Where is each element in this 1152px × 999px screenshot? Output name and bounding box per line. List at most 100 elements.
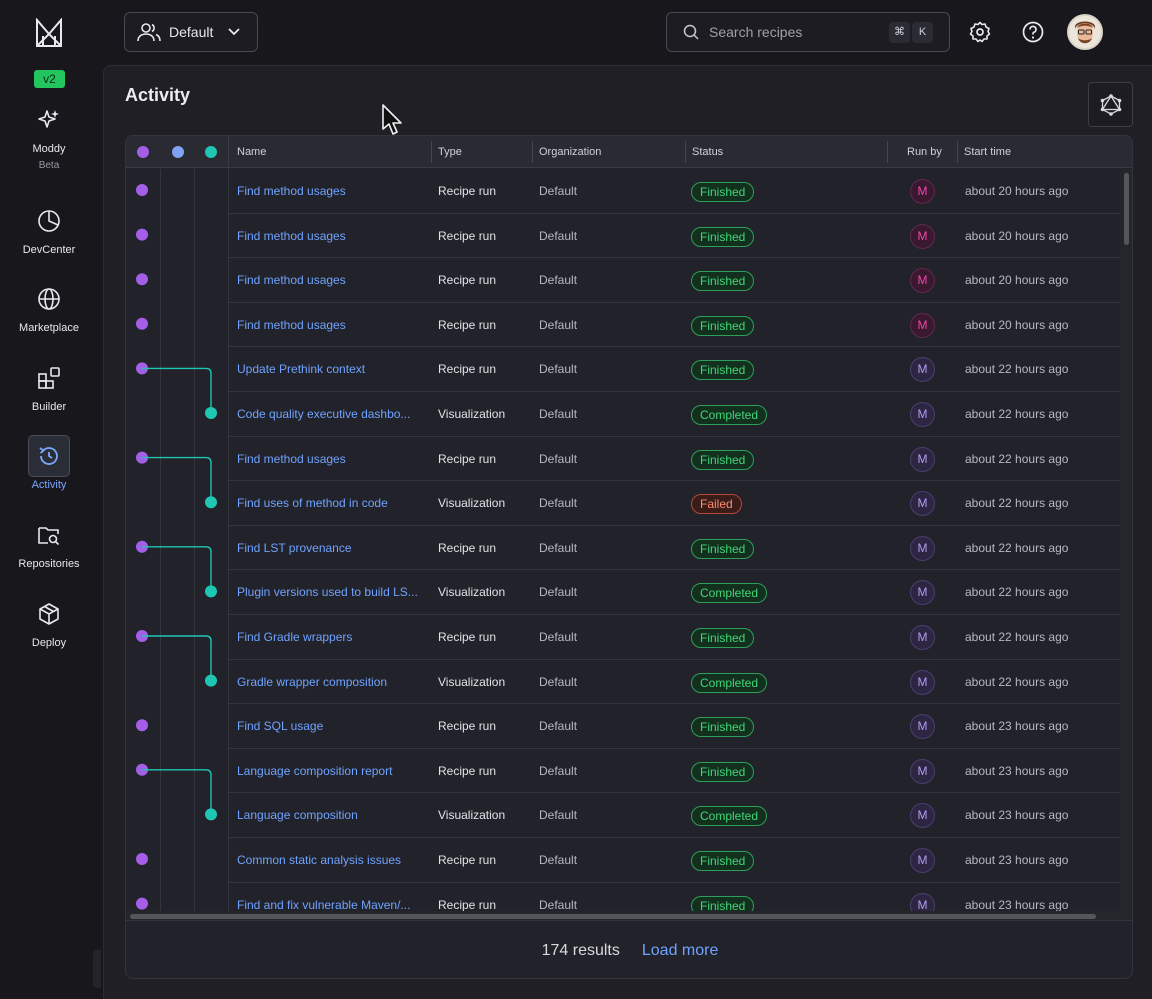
status-badge: Finished	[691, 761, 755, 782]
activity-name-link[interactable]: Plugin versions used to build LS...	[237, 570, 427, 614]
column-header-run-by[interactable]: Run by	[907, 136, 942, 168]
activity-name-link[interactable]: Language composition	[237, 793, 427, 837]
column-separator[interactable]	[887, 141, 888, 163]
run-by-avatar[interactable]: M	[910, 223, 935, 249]
graph-view-button[interactable]	[1088, 82, 1133, 127]
chevron-down-icon	[228, 28, 240, 36]
column-header-name[interactable]: Name	[237, 136, 266, 168]
sidebar-item-activity[interactable]: Activity	[0, 435, 98, 491]
activity-type: Visualization	[438, 496, 506, 511]
activity-name-link[interactable]: Gradle wrapper composition	[237, 660, 427, 704]
sidebar-item-deploy[interactable]: Deploy	[0, 593, 98, 649]
table-row[interactable]: Language composition report Recipe run Def…	[229, 749, 1121, 794]
column-separator[interactable]	[957, 141, 958, 163]
table-row[interactable]: Language composition Visualization Default…	[229, 793, 1121, 838]
horizontal-scrollbar[interactable]	[126, 911, 1132, 921]
table-row[interactable]: Find method usages Recipe run Default Finis…	[229, 214, 1121, 259]
run-by-avatar[interactable]: M	[910, 446, 935, 472]
table-row[interactable]: Find LST provenance Recipe run Default Fini…	[229, 526, 1121, 571]
activity-name-link[interactable]: Find Gradle wrappers	[237, 615, 427, 659]
brand-logo-icon[interactable]	[35, 18, 63, 48]
run-by-avatar[interactable]: M	[910, 268, 935, 294]
shortcut-modifier-key: ⌘	[889, 22, 910, 43]
table-row[interactable]: Find uses of method in code Visualization…	[229, 481, 1121, 526]
run-by-avatar[interactable]: M	[910, 625, 935, 650]
table-row[interactable]: Code quality executive dashbo... Visualiz…	[229, 392, 1121, 437]
lineage-connector	[142, 546, 212, 592]
activity-name-link[interactable]: Find SQL usage	[237, 704, 427, 748]
search-input[interactable]	[709, 24, 879, 40]
column-header-type[interactable]: Type	[438, 136, 462, 168]
table-row[interactable]: Find and fix vulnerable Maven/... Recipe …	[229, 883, 1121, 911]
sidebar-item-moddy[interactable]: Moddy Beta	[0, 99, 98, 171]
vertical-scrollbar[interactable]	[1120, 169, 1132, 911]
run-by-avatar[interactable]: M	[910, 714, 935, 740]
run-by-avatar[interactable]: M	[910, 848, 935, 873]
user-avatar[interactable]	[1067, 14, 1103, 50]
run-by-avatar[interactable]: M	[910, 758, 935, 784]
table-row[interactable]: Find method usages Recipe run Default Finis…	[229, 303, 1121, 348]
organization-selector[interactable]: Default	[124, 12, 258, 52]
column-header-organization[interactable]: Organization	[539, 136, 601, 168]
run-by-avatar[interactable]: M	[910, 491, 935, 517]
activity-name-link[interactable]: Find LST provenance	[237, 526, 427, 570]
activity-type: Recipe run	[438, 540, 497, 555]
table-row[interactable]: Plugin versions used to build LS... Visua…	[229, 570, 1121, 615]
activity-name-link[interactable]: Find method usages	[237, 303, 427, 347]
activity-name-link[interactable]: Find and fix vulnerable Maven/...	[237, 883, 427, 911]
activity-name-link[interactable]: Common static analysis issues	[237, 838, 427, 882]
activity-name-link[interactable]: Language composition report	[237, 749, 427, 793]
column-separator[interactable]	[685, 141, 686, 163]
table-row[interactable]: Find method usages Recipe run Default Finis…	[229, 437, 1121, 482]
table-row[interactable]: Find SQL usage Recipe run Default Finished M…	[229, 704, 1121, 749]
column-header-start-time[interactable]: Start time	[964, 136, 1011, 168]
run-by-avatar[interactable]: M	[910, 312, 935, 338]
table-row[interactable]: Update Prethink context Recipe run Default…	[229, 347, 1121, 392]
sidebar-item-marketplace[interactable]: Marketplace	[0, 278, 98, 334]
run-by-avatar[interactable]: M	[910, 402, 935, 427]
run-by-avatar[interactable]: M	[910, 357, 935, 383]
search-box[interactable]: ⌘ K	[666, 12, 950, 52]
sidebar-collapse-handle[interactable]	[93, 950, 101, 988]
run-by-avatar[interactable]: M	[910, 803, 935, 829]
activity-type: Recipe run	[438, 362, 497, 377]
activity-organization: Default	[539, 228, 578, 243]
help-icon[interactable]	[1021, 20, 1045, 44]
table-row[interactable]: Common static analysis issues Recipe run D…	[229, 838, 1121, 883]
activity-name-link[interactable]: Update Prethink context	[237, 347, 427, 391]
package-icon	[28, 593, 70, 635]
start-time: about 22 hours ago	[965, 362, 1069, 377]
run-by-avatar[interactable]: M	[910, 892, 935, 911]
activity-name-link[interactable]: Find method usages	[237, 169, 427, 213]
sidebar-item-devcenter[interactable]: DevCenter	[0, 200, 98, 256]
run-by-avatar[interactable]: M	[910, 535, 935, 561]
column-separator[interactable]	[431, 141, 432, 163]
column-header-status[interactable]: Status	[692, 136, 723, 168]
scrollbar-thumb[interactable]	[130, 914, 1096, 919]
table-row[interactable]: Gradle wrapper composition Visualization D…	[229, 660, 1121, 705]
load-more-link[interactable]: Load more	[642, 942, 719, 960]
table-row[interactable]: Find method usages Recipe run Default Finis…	[229, 258, 1121, 303]
activity-name-link[interactable]: Code quality executive dashbo...	[237, 392, 427, 436]
activity-name-link[interactable]: Find method usages	[237, 214, 427, 258]
table-row[interactable]: Find Gradle wrappers Recipe run Default Fin…	[229, 615, 1121, 660]
run-by-avatar[interactable]: M	[910, 179, 935, 204]
run-by-avatar[interactable]: M	[910, 580, 935, 606]
sidebar-item-repositories[interactable]: Repositories	[0, 514, 98, 570]
sidebar-item-builder[interactable]: Builder	[0, 357, 98, 413]
page-title: Activity	[125, 85, 191, 105]
status-badge: Finished	[691, 226, 755, 247]
scrollbar-thumb[interactable]	[1124, 173, 1129, 245]
start-time: about 23 hours ago	[965, 719, 1069, 734]
table-row[interactable]: Find method usages Recipe run Default Finis…	[229, 169, 1121, 214]
status-badge: Completed	[691, 672, 768, 693]
lane-purple-dot	[137, 146, 149, 158]
start-time: about 22 hours ago	[965, 585, 1069, 600]
gear-icon[interactable]	[968, 20, 992, 44]
start-time: about 23 hours ago	[965, 853, 1069, 867]
activity-name-link[interactable]: Find method usages	[237, 258, 427, 302]
activity-name-link[interactable]: Find method usages	[237, 437, 427, 481]
run-by-avatar[interactable]: M	[910, 669, 935, 695]
activity-name-link[interactable]: Find uses of method in code	[237, 481, 427, 525]
column-separator[interactable]	[532, 141, 533, 163]
